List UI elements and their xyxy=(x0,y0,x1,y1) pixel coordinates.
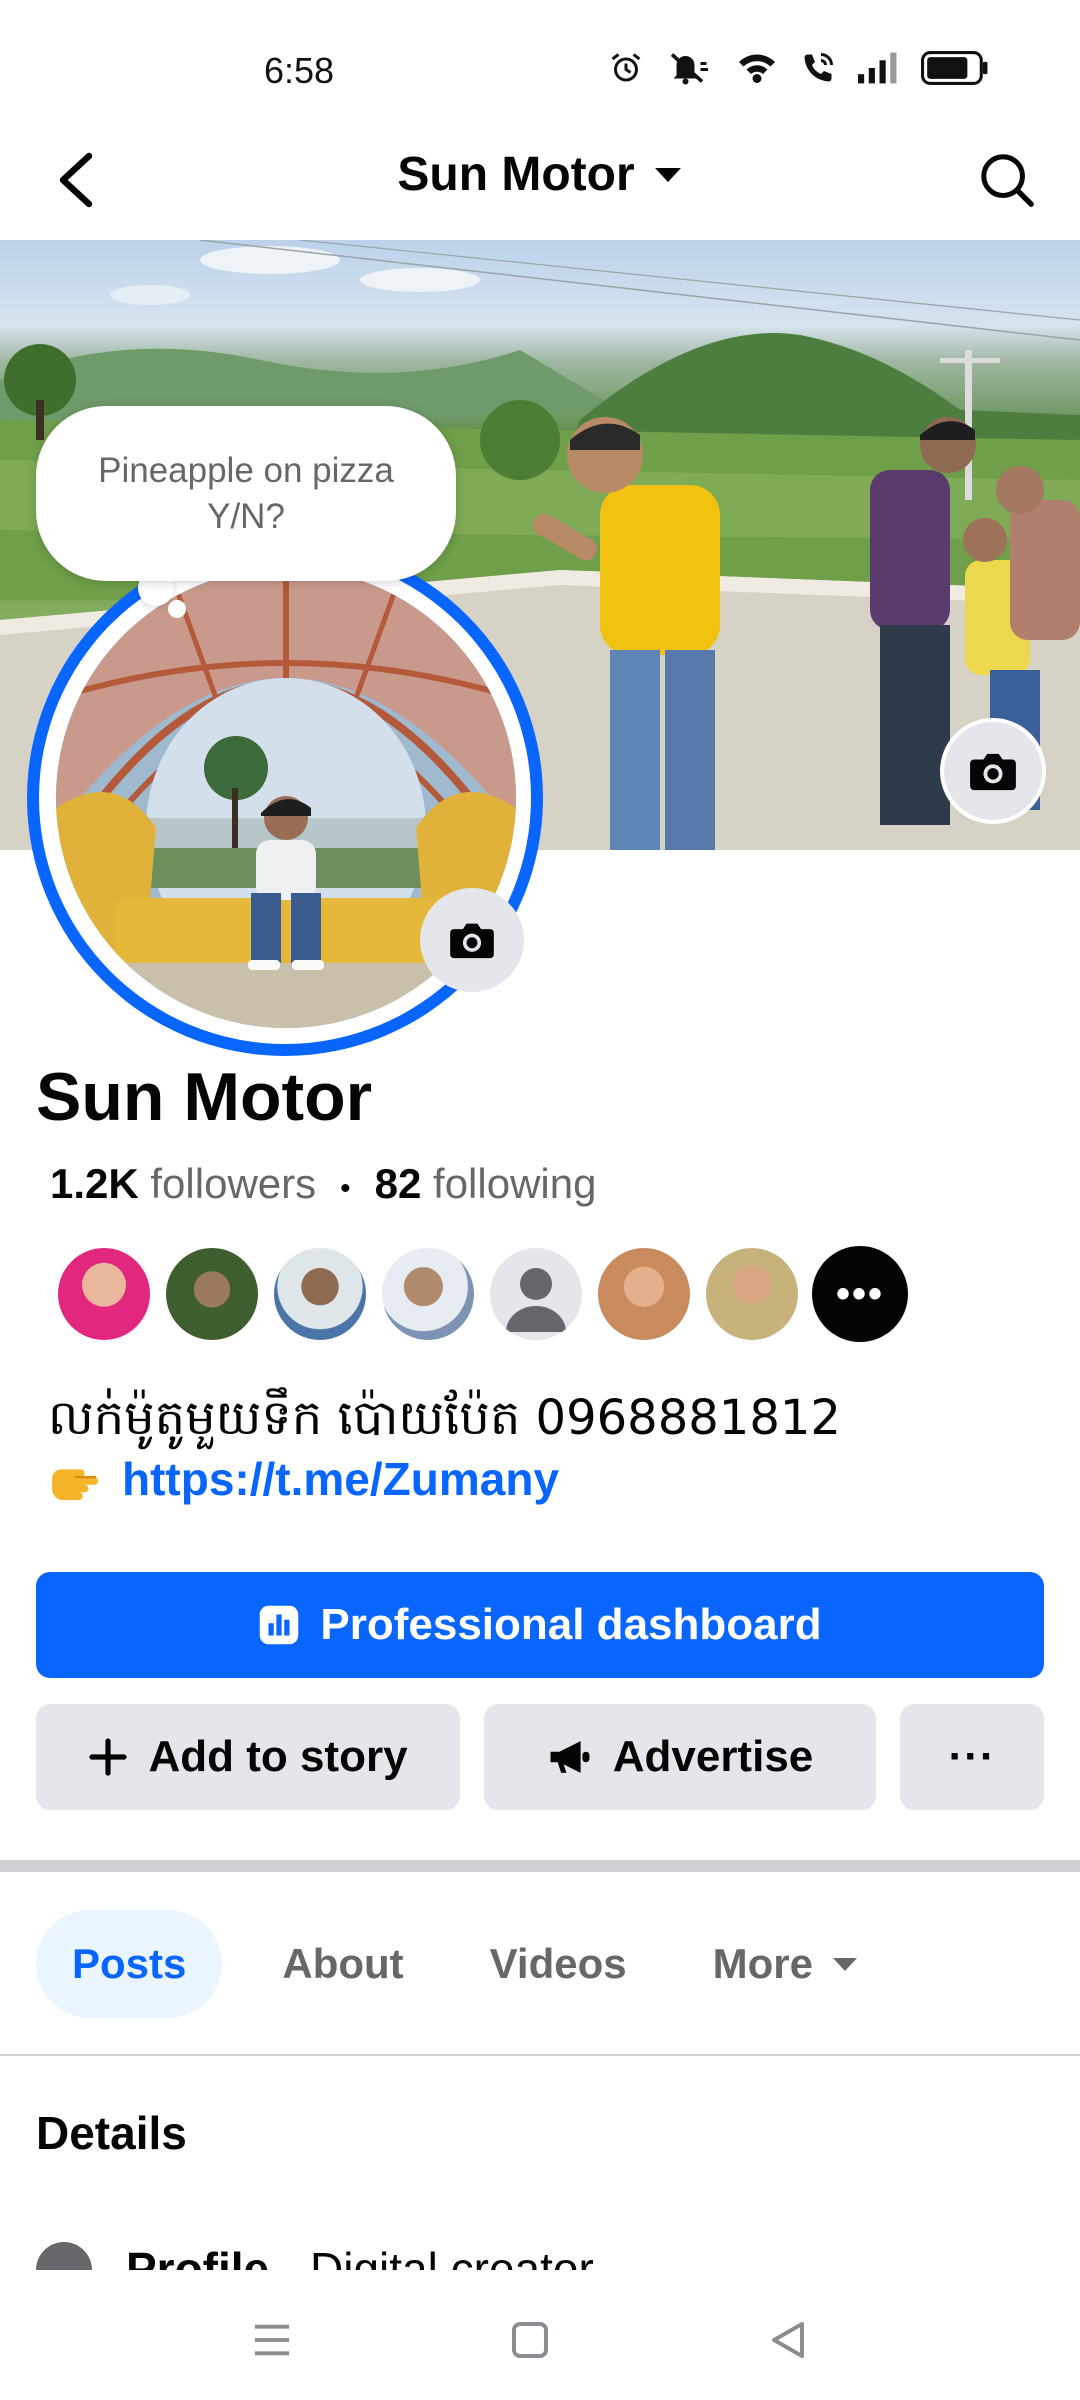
camera-icon xyxy=(970,753,1016,791)
profile-tabs: Posts About Videos More xyxy=(36,1910,885,2018)
followers-avatars: ••• xyxy=(56,1246,908,1342)
camera-icon xyxy=(450,923,494,959)
follower-avatar[interactable] xyxy=(164,1246,260,1342)
pointing-hand-icon xyxy=(52,1469,99,1501)
details-title: Details xyxy=(36,2107,187,2159)
menu-lines-icon xyxy=(254,2324,290,2356)
follower-avatar[interactable] xyxy=(272,1246,368,1342)
dashboard-label: Professional dashboard xyxy=(320,1600,822,1649)
search-button[interactable] xyxy=(972,145,1042,215)
follower-avatar[interactable] xyxy=(596,1246,692,1342)
mute-icon xyxy=(670,53,708,85)
bio-link[interactable]: https://t.me/Zumany xyxy=(122,1452,559,1506)
follower-avatar-default[interactable] xyxy=(488,1246,584,1342)
bio-link-row: https://t.me/Zumany xyxy=(48,1452,559,1506)
nav-title: Sun Motor xyxy=(397,148,635,201)
default-person-icon xyxy=(506,1268,566,1332)
tab-more-label: More xyxy=(712,1940,813,1987)
tab-more[interactable]: More xyxy=(687,1910,885,2018)
add-to-story-label: Add to story xyxy=(148,1732,408,1781)
profile-actions: Add to story Advertise ··· xyxy=(36,1704,1044,1810)
tab-about-label: About xyxy=(282,1940,404,1987)
followers-link[interactable]: 1.2K followers xyxy=(50,1160,316,1208)
wifi-icon xyxy=(739,54,775,83)
tab-about[interactable]: About xyxy=(256,1910,429,2018)
tab-videos-label: Videos xyxy=(489,1940,627,1987)
following-count: 82 xyxy=(374,1160,422,1207)
note-text: Pineapple on pizza Y/N? xyxy=(98,451,394,536)
tabs-divider xyxy=(0,2054,1080,2056)
signal-icon xyxy=(858,52,897,84)
followers-label: followers xyxy=(150,1160,317,1207)
battery-icon xyxy=(921,51,988,85)
following-label: following xyxy=(433,1160,597,1207)
follower-avatar[interactable] xyxy=(380,1246,476,1342)
top-nav: Sun Motor xyxy=(0,125,1080,240)
edit-cover-button[interactable] xyxy=(940,718,1046,824)
megaphone-icon xyxy=(550,1741,590,1773)
tab-posts-label: Posts xyxy=(72,1940,187,1987)
advertise-button[interactable]: Advertise xyxy=(484,1704,876,1810)
follow-stats: 1.2K followers • 82 following xyxy=(50,1160,596,1208)
following-link[interactable]: 82 following xyxy=(375,1160,597,1208)
followers-count: 1.2K xyxy=(50,1160,139,1207)
wifi-call-icon xyxy=(804,53,833,82)
note-bubble[interactable]: Pineapple on pizza Y/N? xyxy=(36,406,456,581)
recent-apps-button[interactable] xyxy=(242,2310,302,2370)
follower-avatar[interactable] xyxy=(704,1246,800,1342)
alarm-icon xyxy=(611,53,641,82)
tab-posts[interactable]: Posts xyxy=(36,1910,223,2018)
tab-videos[interactable]: Videos xyxy=(464,1910,653,2018)
back-triangle-icon xyxy=(772,2322,804,2358)
advertise-label: Advertise xyxy=(612,1732,814,1781)
dropdown-caret-icon xyxy=(654,167,681,182)
system-navigation-bar xyxy=(0,2270,1080,2400)
more-followers-dots: ••• xyxy=(835,1271,884,1316)
status-time: 6:58 xyxy=(264,50,335,91)
bar-chart-icon xyxy=(260,1605,299,1645)
professional-dashboard-button[interactable]: Professional dashboard xyxy=(36,1572,1044,1678)
bio-text: លក់ម៉ូតូមួយទឹក ប៉ោយប៉ែត 0968881812 xyxy=(48,1390,841,1446)
more-options-button[interactable]: ··· xyxy=(900,1704,1044,1810)
search-icon xyxy=(981,154,1034,207)
profile-switcher[interactable]: Sun Motor xyxy=(0,147,1080,202)
home-button[interactable] xyxy=(500,2310,560,2370)
note-bubble-tail-small xyxy=(168,600,186,618)
section-divider xyxy=(0,1860,1080,1872)
home-square-icon xyxy=(512,2322,548,2358)
system-back-button[interactable] xyxy=(758,2310,818,2370)
add-to-story-button[interactable]: Add to story xyxy=(36,1704,460,1810)
more-followers-button[interactable]: ••• xyxy=(812,1246,908,1342)
stats-separator: • xyxy=(340,1172,351,1205)
plus-icon xyxy=(89,1738,128,1776)
edit-avatar-button[interactable] xyxy=(420,888,524,992)
status-bar: 6:58 xyxy=(0,0,1080,125)
follower-avatar[interactable] xyxy=(56,1246,152,1342)
status-icons xyxy=(608,50,990,86)
more-options-icon: ··· xyxy=(948,1732,996,1781)
profile-name: Sun Motor xyxy=(36,1059,373,1135)
chevron-down-icon xyxy=(832,1958,857,1971)
